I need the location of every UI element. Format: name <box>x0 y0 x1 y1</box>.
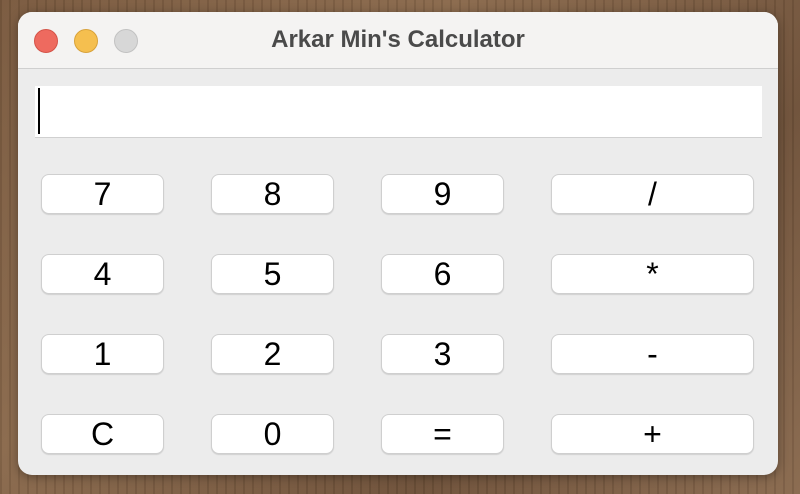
add-button[interactable]: + <box>551 414 754 454</box>
one-button[interactable]: 1 <box>41 334 164 374</box>
window-title: Arkar Min's Calculator <box>271 26 525 53</box>
display-input[interactable] <box>35 86 762 138</box>
divide-button[interactable]: / <box>551 174 754 214</box>
six-button[interactable]: 6 <box>381 254 504 294</box>
equals-button[interactable]: = <box>381 414 504 454</box>
three-button[interactable]: 3 <box>381 334 504 374</box>
seven-button[interactable]: 7 <box>41 174 164 214</box>
nine-button[interactable]: 9 <box>381 174 504 214</box>
text-caret <box>38 88 40 134</box>
subtract-button[interactable]: - <box>551 334 754 374</box>
four-button[interactable]: 4 <box>41 254 164 294</box>
zero-button[interactable]: 0 <box>211 414 334 454</box>
two-button[interactable]: 2 <box>211 334 334 374</box>
multiply-button[interactable]: * <box>551 254 754 294</box>
calculator-window: Arkar Min's Calculator 7 8 9 / 4 5 6 * 1… <box>18 12 778 475</box>
five-button[interactable]: 5 <box>211 254 334 294</box>
clear-button[interactable]: C <box>41 414 164 454</box>
eight-button[interactable]: 8 <box>211 174 334 214</box>
title-bar[interactable]: Arkar Min's Calculator <box>18 12 778 69</box>
